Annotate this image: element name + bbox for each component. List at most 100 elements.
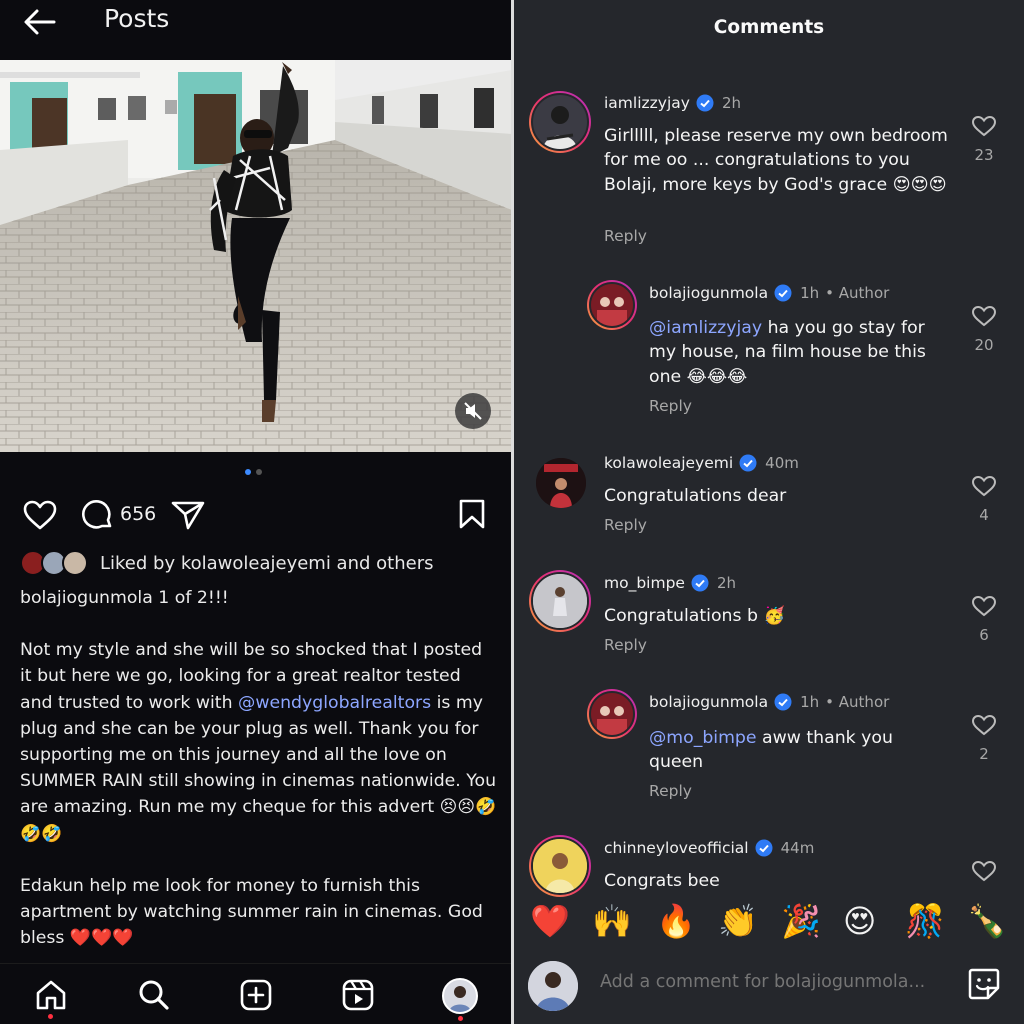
comments-title: Comments bbox=[713, 17, 825, 38]
speaker-muted-icon bbox=[464, 402, 482, 420]
comment-time: 44m bbox=[780, 839, 815, 857]
verified-badge-icon bbox=[691, 574, 709, 592]
comment-username-row[interactable]: kolawoleajeyemi 40m bbox=[604, 454, 799, 472]
comment-text: Congratulations dear bbox=[604, 486, 787, 506]
reply-button[interactable]: Reply bbox=[604, 636, 647, 654]
comment-username-row[interactable]: mo_bimpe 2h bbox=[604, 574, 736, 592]
reaction-clap-button[interactable]: 👏 bbox=[718, 901, 758, 941]
avatar bbox=[62, 550, 88, 576]
reaction-fire-button[interactable]: 🔥 bbox=[656, 901, 696, 941]
heart-icon[interactable] bbox=[969, 859, 999, 883]
comment-username-row[interactable]: iamlizzyjay 2h bbox=[604, 94, 741, 112]
comment-like-count: 4 bbox=[979, 506, 989, 524]
heart-icon[interactable] bbox=[969, 474, 999, 498]
post-action-bar: 656 bbox=[20, 495, 492, 535]
bottom-navigation bbox=[0, 963, 512, 1024]
liked-by-text: Liked by kolawoleajeyemi and others bbox=[100, 552, 434, 574]
comment-time: 2h bbox=[716, 574, 737, 592]
comment-like-count: 6 bbox=[979, 626, 989, 644]
heart-icon[interactable] bbox=[969, 304, 999, 328]
comment-mention-link[interactable]: @mo_bimpe bbox=[649, 728, 757, 748]
reaction-heart-eyes-button[interactable]: 😍 bbox=[843, 901, 876, 941]
reply-button[interactable]: Reply bbox=[649, 397, 692, 415]
comment-like-count: 2 bbox=[979, 745, 989, 763]
page-title: Posts bbox=[104, 4, 170, 33]
comment-mention-link[interactable]: @iamlizzyjay bbox=[649, 318, 762, 338]
reply-button[interactable]: Reply bbox=[649, 782, 692, 800]
avatar[interactable] bbox=[529, 570, 591, 632]
avatar[interactable] bbox=[529, 91, 591, 153]
comment-time: 40m bbox=[765, 454, 799, 472]
post-photo[interactable] bbox=[0, 60, 512, 452]
verified-badge-icon bbox=[739, 454, 757, 472]
comment-like-count: 20 bbox=[974, 336, 994, 354]
verified-badge-icon bbox=[696, 94, 714, 112]
avatar[interactable] bbox=[587, 689, 637, 739]
comment-text: Girlllll, please reserve my own bedroom … bbox=[604, 126, 948, 195]
comment-username[interactable]: chinneyloveofficial bbox=[604, 839, 749, 857]
reaction-raised-hands-button[interactable]: 🙌 bbox=[592, 901, 632, 941]
comment-username[interactable]: iamlizzyjay bbox=[604, 94, 690, 112]
reaction-heart-button[interactable]: ❤️ bbox=[530, 901, 570, 941]
likes-summary[interactable]: Liked by kolawoleajeyemi and others bbox=[20, 548, 433, 578]
comment-time: 2h bbox=[721, 94, 742, 112]
bookmark-icon[interactable] bbox=[458, 498, 486, 530]
comment-username[interactable]: kolawoleajeyemi bbox=[604, 454, 733, 472]
reply-button[interactable]: Reply bbox=[604, 227, 647, 245]
avatar[interactable] bbox=[529, 835, 591, 897]
create-post-icon[interactable] bbox=[239, 979, 273, 1011]
comment-text: @iamlizzyjay ha you go stay for my house… bbox=[649, 316, 949, 389]
comment-text: Congratulations b 🥳 bbox=[604, 606, 785, 626]
comment-time: 1h bbox=[800, 284, 820, 302]
comment-like-count: 23 bbox=[974, 146, 994, 164]
carousel-dot bbox=[256, 469, 262, 475]
reaction-party-popper-button[interactable]: 🎉 bbox=[781, 901, 821, 941]
comment-username[interactable]: bolajiogunmola bbox=[649, 693, 768, 711]
sticker-icon[interactable] bbox=[966, 966, 1002, 1002]
comments-sheet: Comments iamlizzyjay 2h Girlllll, please… bbox=[514, 0, 1024, 1024]
avatar[interactable] bbox=[587, 280, 637, 330]
comment-time: 1h bbox=[800, 693, 820, 711]
comment-text: Congrats bee bbox=[604, 871, 720, 891]
share-icon[interactable] bbox=[170, 499, 206, 531]
comment-username[interactable]: mo_bimpe bbox=[604, 574, 685, 592]
caption-paragraph: Not my style and she will be so shocked … bbox=[20, 637, 498, 847]
heart-icon[interactable] bbox=[969, 594, 999, 618]
post-caption: bolajiogunmola 1 of 2!!! Not my style an… bbox=[20, 585, 498, 977]
heart-icon[interactable] bbox=[969, 114, 999, 138]
home-icon[interactable] bbox=[34, 979, 68, 1011]
carousel-dot-active bbox=[245, 469, 251, 475]
caption-emoji: ❤️❤️❤️ bbox=[69, 928, 134, 949]
caption-headline: bolajiogunmola 1 of 2!!! bbox=[20, 588, 229, 608]
reply-button[interactable]: Reply bbox=[604, 516, 647, 534]
post-panel: Posts 656 Liked by kolawoleajeyemi and o… bbox=[0, 0, 512, 1024]
comment-count: 656 bbox=[120, 503, 157, 525]
reaction-champagne-button[interactable]: 🍾 bbox=[967, 901, 1007, 941]
heart-icon[interactable] bbox=[22, 499, 58, 531]
comment-username-row[interactable]: bolajiogunmola 1h • Author bbox=[649, 284, 889, 302]
profile-avatar[interactable] bbox=[442, 978, 478, 1014]
notification-dot bbox=[48, 1014, 53, 1019]
back-arrow-icon[interactable] bbox=[22, 6, 58, 38]
post-header: Posts bbox=[0, 0, 512, 60]
search-icon[interactable] bbox=[137, 979, 171, 1011]
reaction-confetti-button[interactable]: 🎊 bbox=[905, 901, 945, 941]
comment-username-row[interactable]: bolajiogunmola 1h • Author bbox=[649, 693, 889, 711]
heart-icon[interactable] bbox=[969, 713, 999, 737]
author-label: • Author bbox=[825, 284, 890, 302]
caption-mention-link[interactable]: @wendyglobalrealtors bbox=[238, 693, 431, 713]
comment-username-row[interactable]: chinneyloveofficial 44m bbox=[604, 839, 814, 857]
comment-icon[interactable] bbox=[80, 498, 114, 532]
add-comment-bar bbox=[514, 950, 1024, 1024]
verified-badge-icon bbox=[755, 839, 773, 857]
comment-username[interactable]: bolajiogunmola bbox=[649, 284, 768, 302]
add-comment-input[interactable] bbox=[600, 972, 940, 992]
mute-toggle-button[interactable] bbox=[455, 393, 491, 429]
quick-reaction-bar: ❤️ 🙌 🔥 👏 🎉 😍 🎊 🍾 bbox=[514, 897, 1024, 947]
avatar[interactable] bbox=[536, 458, 586, 508]
avatar bbox=[528, 961, 578, 1011]
verified-badge-icon bbox=[774, 693, 792, 711]
profile-photo bbox=[449, 986, 471, 1012]
caption-paragraph: Edakun help me look for money to furnish… bbox=[20, 873, 498, 952]
reels-icon[interactable] bbox=[341, 979, 375, 1011]
